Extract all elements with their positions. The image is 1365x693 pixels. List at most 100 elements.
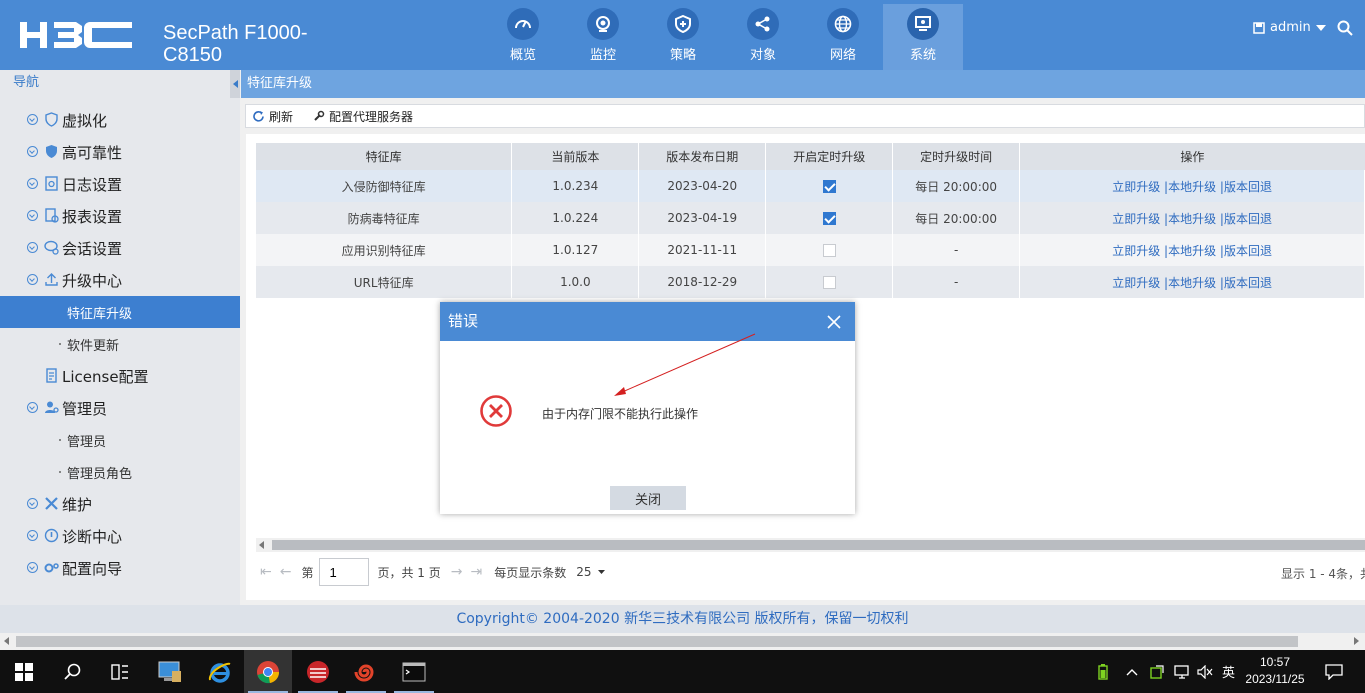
sidebar-item-diagnostics[interactable]: 诊断中心	[0, 520, 240, 552]
sidebar-item-software-update[interactable]: 软件更新	[0, 328, 240, 360]
nav-monitor[interactable]: 监控	[563, 4, 643, 70]
local-upgrade-link[interactable]: 本地升级	[1168, 180, 1216, 194]
expand-icon	[27, 562, 38, 573]
sidebar-item-session-settings[interactable]: 会话设置	[0, 232, 240, 264]
scheduled-checkbox[interactable]	[822, 276, 836, 289]
taskbar-clock[interactable]: 10:57 2023/11/25	[1240, 654, 1310, 688]
column-header[interactable]: 当前版本	[511, 143, 640, 170]
search-button[interactable]	[48, 650, 96, 693]
taskbar-app-red[interactable]	[294, 650, 342, 693]
local-upgrade-link[interactable]: 本地升级	[1168, 276, 1216, 290]
upgrade-now-link[interactable]: 立即升级	[1112, 180, 1160, 194]
taskbar-app-terminal[interactable]	[390, 650, 438, 693]
start-button[interactable]	[0, 650, 48, 693]
page-horizontal-scrollbar[interactable]	[0, 633, 1365, 650]
sidebar-item-virtualization[interactable]: 虚拟化	[0, 104, 240, 136]
sidebar-item-license[interactable]: License配置	[0, 360, 240, 392]
nav-overview[interactable]: 概览	[483, 4, 563, 70]
sidebar-item-admin-roles[interactable]: 管理员角色	[0, 456, 240, 488]
taskbar-app-ie[interactable]	[196, 650, 244, 693]
rollback-link[interactable]: 版本回退	[1224, 276, 1272, 290]
nav-network[interactable]: 网络	[803, 4, 883, 70]
sidebar-title: 导航	[13, 75, 40, 90]
scrollbar-thumb[interactable]	[272, 540, 1365, 550]
sidebar-item-upgrade-center[interactable]: 升级中心	[0, 264, 240, 296]
local-upgrade-link[interactable]: 本地升级	[1168, 244, 1216, 258]
column-header[interactable]: 定时升级时间	[892, 143, 1021, 170]
refresh-button[interactable]: 刷新	[252, 108, 293, 125]
nav-system[interactable]: 系统	[883, 4, 963, 70]
tray-app[interactable]	[1150, 650, 1164, 693]
cell-name: URL特征库	[256, 266, 513, 298]
cell-scheduled	[765, 202, 894, 234]
expand-icon	[27, 402, 38, 413]
column-header[interactable]: 特征库	[256, 143, 513, 170]
upgrade-now-link[interactable]: 立即升级	[1112, 212, 1160, 226]
gears-icon	[44, 563, 59, 573]
table-row[interactable]: 防病毒特征库 1.0.224 2023-04-19 每日 20:00:00 立即…	[256, 202, 1365, 234]
scheduled-checkbox[interactable]	[822, 180, 836, 193]
rollback-link[interactable]: 版本回退	[1224, 244, 1272, 258]
save-icon	[1253, 21, 1265, 34]
app-red-icon	[307, 660, 329, 683]
search-icon[interactable]	[1337, 20, 1353, 36]
nav-object[interactable]: 对象	[723, 4, 803, 70]
user-menu[interactable]: admin	[1253, 20, 1326, 35]
taskbar-app-chrome[interactable]	[244, 650, 292, 693]
rollback-link[interactable]: 版本回退	[1224, 180, 1272, 194]
next-page-icon[interactable]: →	[451, 564, 463, 580]
action-center-button[interactable]	[1325, 650, 1343, 693]
sidebar-item-config-wizard[interactable]: 配置向导	[0, 552, 240, 584]
taskbar-app-spiral[interactable]	[342, 650, 390, 693]
scrollbar-thumb[interactable]	[16, 636, 1298, 647]
scroll-left-icon[interactable]	[259, 541, 264, 549]
expand-icon	[27, 146, 38, 157]
tray-ime[interactable]: 英	[1222, 650, 1235, 693]
last-page-icon[interactable]: ⇥	[470, 564, 482, 580]
tray-chevron-up[interactable]	[1126, 650, 1138, 693]
proxy-config-button[interactable]: 配置代理服务器	[313, 108, 413, 125]
nav-policy[interactable]: 策略	[643, 4, 723, 70]
chevron-up-icon	[1126, 668, 1138, 675]
tray-volume[interactable]	[1197, 650, 1213, 693]
scroll-left-icon[interactable]	[4, 637, 9, 645]
sidebar-item-maintenance[interactable]: 维护	[0, 488, 240, 520]
table-horizontal-scrollbar[interactable]	[256, 538, 1365, 552]
separator: |	[1216, 179, 1224, 194]
per-page-select[interactable]: 25	[576, 565, 605, 579]
first-page-icon[interactable]: ⇤	[260, 564, 272, 580]
sidebar-item-signature-upgrade[interactable]: 特征库升级	[0, 296, 240, 328]
close-icon[interactable]	[826, 314, 842, 330]
sidebar-item-admin[interactable]: 管理员	[0, 392, 240, 424]
local-upgrade-link[interactable]: 本地升级	[1168, 212, 1216, 226]
upgrade-now-link[interactable]: 立即升级	[1112, 276, 1160, 290]
share-icon	[755, 16, 770, 32]
sidebar-item-label: 诊断中心	[62, 527, 123, 546]
report-icon	[45, 208, 59, 223]
nav-label: 监控	[589, 48, 616, 63]
page-input[interactable]	[319, 558, 370, 586]
sidebar-item-log-settings[interactable]: 日志设置	[0, 168, 240, 200]
task-view-button[interactable]	[96, 650, 144, 693]
column-header[interactable]: 版本发布日期	[638, 143, 767, 170]
cell-version: 1.0.224	[511, 202, 640, 234]
table-row[interactable]: 应用识别特征库 1.0.127 2021-11-11 - 立即升级 |本地升级 …	[256, 234, 1365, 266]
scheduled-checkbox[interactable]	[822, 244, 836, 257]
table-row[interactable]: URL特征库 1.0.0 2018-12-29 - 立即升级 |本地升级 |版本…	[256, 266, 1365, 298]
tray-network[interactable]	[1174, 650, 1190, 693]
sidebar-item-report-settings[interactable]: 报表设置	[0, 200, 240, 232]
rollback-link[interactable]: 版本回退	[1224, 212, 1272, 226]
taskbar-app-server-manager[interactable]	[146, 650, 194, 693]
column-header[interactable]: 开启定时升级	[765, 143, 894, 170]
sidebar-item-high-availability[interactable]: 高可靠性	[0, 136, 240, 168]
page-total-label: 页，共 1 页	[377, 565, 441, 580]
sidebar-collapse-toggle[interactable]	[230, 70, 240, 98]
sidebar-item-admin-users[interactable]: 管理员	[0, 424, 240, 456]
table-row[interactable]: 入侵防御特征库 1.0.234 2023-04-20 每日 20:00:00 立…	[256, 170, 1365, 202]
scheduled-checkbox[interactable]	[822, 212, 836, 225]
prev-page-icon[interactable]: ←	[280, 564, 292, 580]
nav-label: 网络	[829, 48, 856, 63]
upgrade-now-link[interactable]: 立即升级	[1112, 244, 1160, 258]
scroll-right-icon[interactable]	[1354, 637, 1359, 645]
dialog-close-button[interactable]: 关闭	[610, 486, 686, 510]
